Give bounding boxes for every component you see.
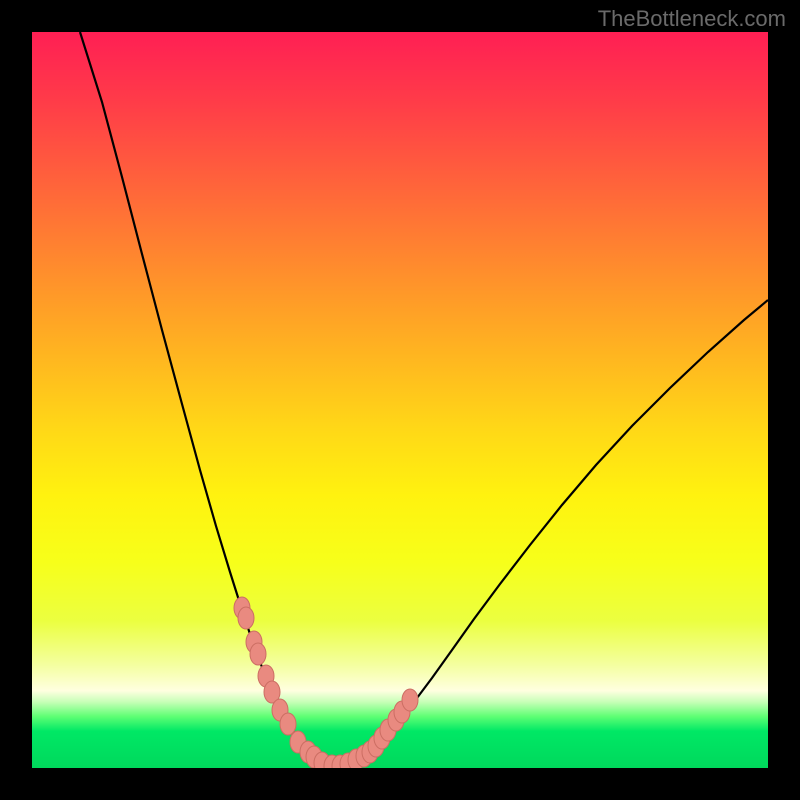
left-curve bbox=[80, 32, 338, 767]
data-marker bbox=[250, 643, 266, 665]
chart-svg bbox=[32, 32, 768, 768]
data-marker bbox=[280, 713, 296, 735]
chart-root: TheBottleneck.com bbox=[0, 0, 800, 800]
watermark-text: TheBottleneck.com bbox=[598, 6, 786, 32]
marker-group bbox=[234, 597, 418, 768]
gradient-plot-area bbox=[32, 32, 768, 768]
data-marker bbox=[238, 607, 254, 629]
data-marker bbox=[402, 689, 418, 711]
